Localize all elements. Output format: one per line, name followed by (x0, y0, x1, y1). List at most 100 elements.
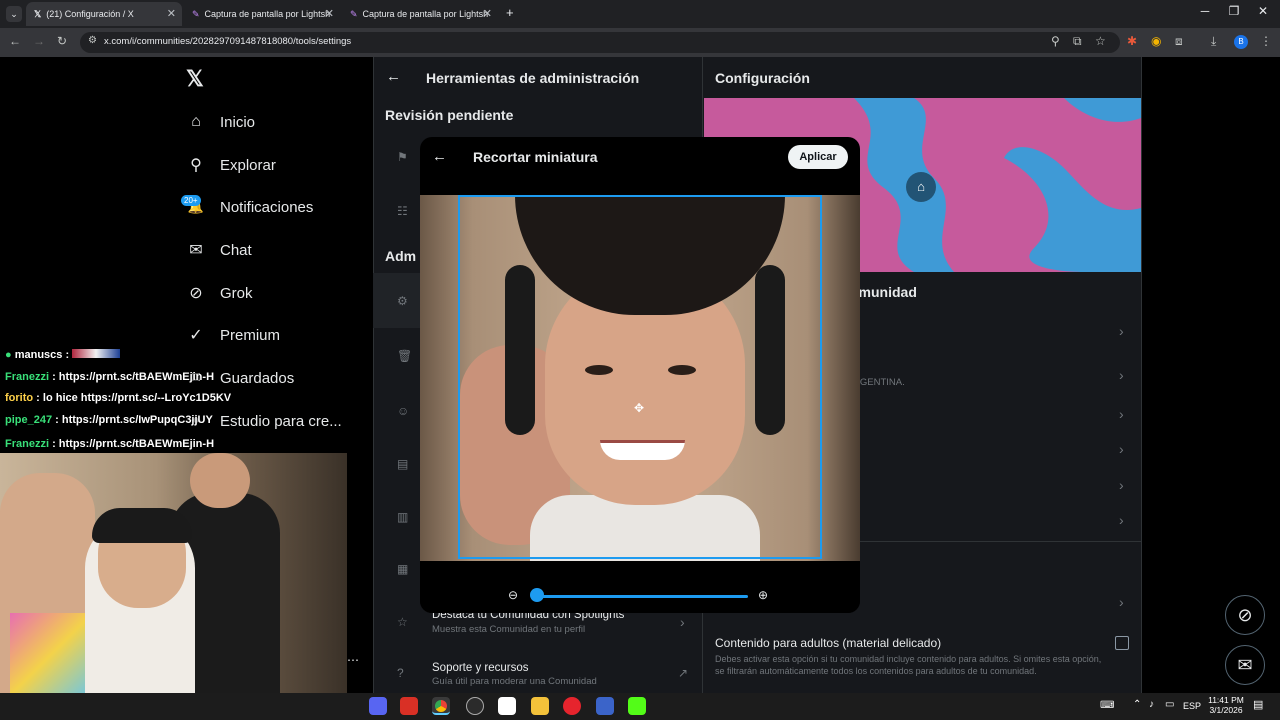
zoom-slider-track[interactable] (536, 595, 748, 598)
extension-icon[interactable]: ◉ (1151, 34, 1161, 48)
screen: ⌄ 𝕏 (21) Configuración / X ✕ ✎ Captura d… (0, 0, 1280, 720)
nav-notificaciones[interactable]: 🔔 Notificaciones (186, 192, 313, 222)
volume-icon[interactable]: ♪ (1149, 699, 1154, 710)
close-tab-icon[interactable]: ✕ (483, 7, 492, 20)
crop-selection-box[interactable] (458, 195, 822, 559)
profile-avatar[interactable]: B (1234, 35, 1248, 49)
new-tab-button[interactable]: + (506, 5, 514, 20)
adult-content-checkbox[interactable] (1115, 636, 1129, 650)
app-icon[interactable] (596, 697, 614, 715)
nav-label: Premium (220, 326, 281, 344)
language-indicator[interactable]: ESP (1183, 701, 1201, 711)
back-icon[interactable]: ← (9, 34, 21, 48)
x-favicon-icon: 𝕏 (34, 8, 42, 19)
install-icon[interactable]: ⧉ (1073, 34, 1082, 49)
webcam-shorts (10, 613, 95, 693)
extension-icon[interactable]: ✱ (1127, 34, 1137, 48)
close-tab-icon[interactable]: ✕ (325, 7, 334, 20)
reload-icon[interactable]: ↻ (57, 34, 67, 48)
clock-time: 11:41 PM (1208, 695, 1244, 705)
chevron-right-icon: › (1119, 594, 1124, 610)
chat-text: : https://prnt.sc/tBAEWmEjin-H (52, 371, 215, 383)
chevron-right-icon: › (1119, 323, 1124, 339)
chat-message: Franezzi : https://prnt.sc/tBAEWmEjin-H (5, 371, 214, 383)
tab-configuracion[interactable]: 𝕏 (21) Configuración / X ✕ (26, 2, 182, 26)
tab-captura-2[interactable]: ✎ Captura de pantalla por Lightsh ✕ (342, 2, 498, 26)
chat-message: forito : lo hice https://prnt.sc/--LroYc… (5, 392, 231, 404)
zoom-controls (420, 561, 860, 613)
nav-label: Grok (220, 284, 253, 302)
apply-button[interactable]: Aplicar (788, 145, 848, 169)
admin-section-heading: Adm (385, 248, 417, 264)
grok-fab-button[interactable]: ⊘ (1225, 595, 1265, 635)
capcut-icon[interactable] (498, 697, 516, 715)
close-window-button[interactable]: ✕ (1248, 4, 1278, 18)
nav-premium[interactable]: ✓ Premium (186, 320, 280, 350)
forward-icon[interactable]: → (33, 34, 45, 48)
minimize-button[interactable]: ─ (1190, 4, 1220, 18)
chat-message: pipe_247 : https://prnt.sc/IwPupqC3jjUY (5, 414, 213, 426)
chat-username: forito (5, 392, 34, 404)
support-title[interactable]: Soporte y recursos (432, 662, 529, 674)
network-icon[interactable]: ▭ (1165, 699, 1174, 710)
site-info-icon[interactable]: ⚙ (88, 35, 97, 46)
app-icon[interactable] (400, 697, 418, 715)
nav-chat[interactable]: ✉ Chat (186, 235, 251, 265)
crop-image-area[interactable]: ✥ (420, 195, 860, 561)
notification-center-icon[interactable]: ▤ (1253, 698, 1263, 711)
bookmark-star-icon[interactable]: ☆ (1095, 34, 1106, 48)
clock[interactable]: 11:41 PM 3/1/2026 (1207, 695, 1245, 715)
messages-fab-button[interactable]: ✉ (1225, 645, 1265, 685)
nav-label: Explorar (220, 156, 276, 174)
file-explorer-icon[interactable] (531, 697, 549, 715)
chevron-right-icon: › (1119, 477, 1124, 493)
chat-username: Franezzi (5, 371, 50, 383)
menu-dots-icon[interactable]: ⋮ (1260, 34, 1272, 48)
nav-inicio[interactable]: ⌂ Inicio (186, 107, 255, 137)
kick-icon[interactable] (628, 697, 646, 715)
close-tab-icon[interactable]: ✕ (167, 7, 176, 20)
opera-icon[interactable] (563, 697, 581, 715)
x-logo[interactable]: 𝕏 (186, 66, 204, 92)
back-arrow-icon[interactable]: ← (432, 148, 447, 165)
modal-title: Recortar miniatura (473, 149, 598, 165)
extensions-puzzle-icon[interactable]: ⧈ (1175, 34, 1183, 49)
chevron-right-icon: › (1119, 406, 1124, 422)
keyboard-icon[interactable]: ⌨ (1100, 700, 1114, 711)
camera-icon[interactable]: ⌂ (906, 172, 936, 202)
spotlight-subtitle: Muestra esta Comunidad en tu perfil (432, 624, 586, 635)
more-options-icon[interactable]: ⋯ (347, 653, 359, 667)
zoom-in-icon[interactable]: ⊕ (758, 588, 768, 602)
discord-icon[interactable] (369, 697, 387, 715)
tab-captura-1[interactable]: ✎ Captura de pantalla por Lightsh ✕ (184, 2, 340, 26)
tray-chevron-icon[interactable]: ⌃ (1133, 699, 1141, 710)
search-icon: ⚲ (190, 157, 202, 174)
flag-emotes-icon (72, 349, 121, 358)
queue-icon: ☷ (397, 204, 408, 218)
notes-icon: ▦ (397, 562, 409, 576)
chat-text: : lo hice https://prnt.sc/--LroYc1D5KV (36, 392, 232, 404)
location-snippet: RGENTINA. (853, 377, 905, 388)
download-icon[interactable]: ⤓ (1211, 34, 1216, 49)
tab-label: Captura de pantalla por Lightsh (362, 9, 489, 19)
spotlight-star-icon: ☆ (397, 615, 408, 629)
obs-icon[interactable] (466, 697, 484, 715)
admin-tools-title: Herramientas de administración (426, 70, 640, 86)
trash-icon: 🗑 (397, 349, 413, 363)
feather-icon: ✎ (192, 8, 200, 19)
zoom-out-icon[interactable]: ⊖ (508, 588, 518, 602)
chat-badge-icon: ● (5, 349, 12, 361)
move-cursor-icon: ✥ (634, 401, 645, 415)
nav-explorar[interactable]: ⚲ Explorar (186, 150, 276, 180)
maximize-button[interactable]: ❐ (1219, 4, 1249, 18)
nav-grok[interactable]: ⊘ Grok (186, 278, 253, 308)
chat-message: Franezzi : https://prnt.sc/tBAEWmEjin-H (5, 438, 214, 450)
tab-search-icon[interactable]: ⌄ (6, 6, 22, 22)
back-arrow-icon[interactable]: ← (386, 68, 401, 85)
zoom-slider-thumb[interactable] (530, 588, 544, 602)
chrome-icon[interactable] (432, 697, 450, 715)
zoom-icon[interactable]: ⚲ (1051, 34, 1060, 48)
pending-review-heading: Revisión pendiente (385, 107, 514, 123)
tab-label: (21) Configuración / X (46, 9, 134, 19)
address-bar[interactable]: ⚙ x.com/i/communities/202829709148781808… (80, 32, 1120, 53)
